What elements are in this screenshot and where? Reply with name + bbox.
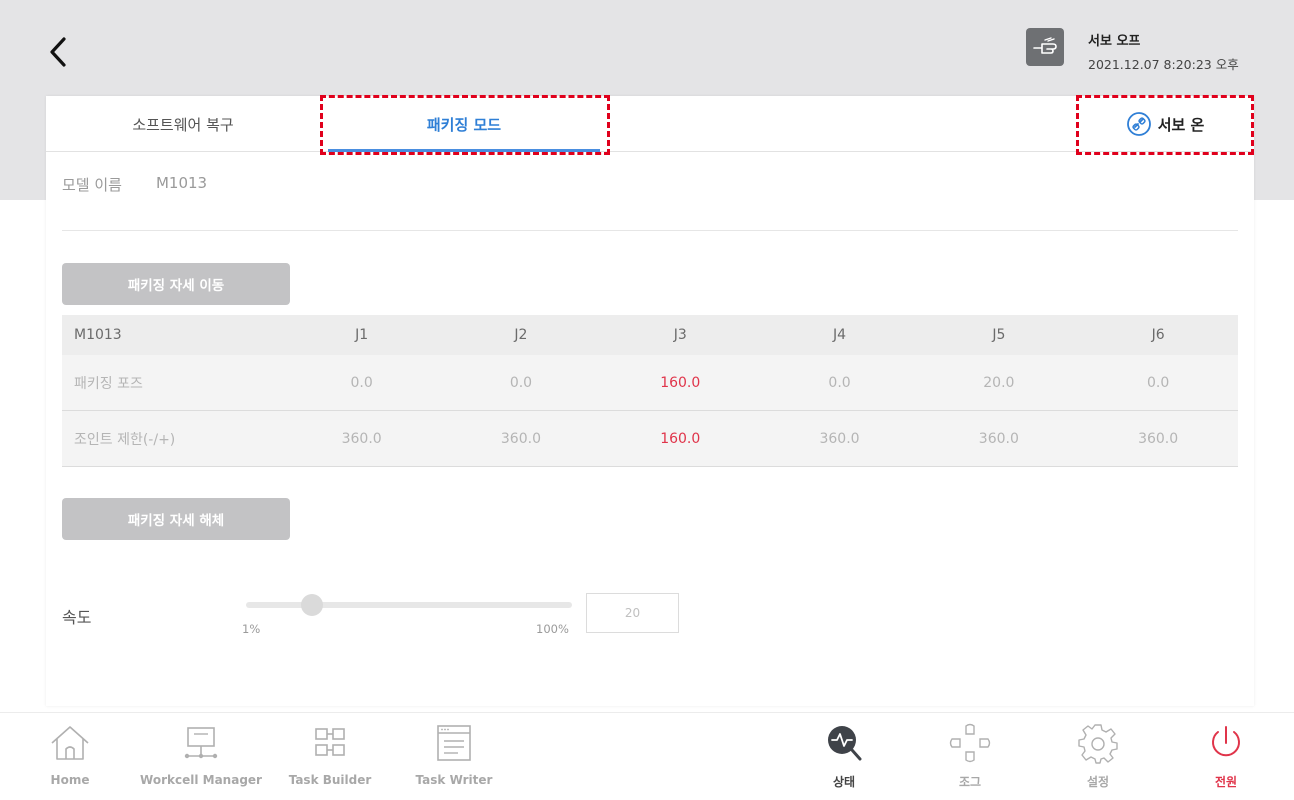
tab-packing-mode[interactable]: 패키징 모드 [320,96,608,152]
table-header-j6: J6 [1151,327,1165,343]
nav-label: 전원 [1214,775,1238,789]
joint-table: M1013 J1 J2 J3 J4 J5 J6 패키징 포즈 0.0 0.0 1… [62,315,1238,467]
table-header-row: M1013 J1 J2 J3 J4 J5 J6 [62,315,1238,355]
bottom-navigation: Home Workcell Manager Task Builder Task … [0,712,1294,800]
nav-label: Task Writer [415,773,493,787]
slider-min-label: 1% [242,622,261,636]
servo-status-title: 서보 오프 [1088,34,1141,49]
task-builder-icon [315,728,345,756]
table-header-j3: J3 [673,327,687,343]
workcell-icon [184,727,218,759]
model-value: M1013 [155,174,208,192]
nav-workcell-manager[interactable]: Workcell Manager [134,713,268,800]
speed-slider-track[interactable] [246,602,572,608]
divider [62,230,1238,231]
hand-icon [1026,28,1064,66]
active-tab-indicator [328,149,600,152]
back-button[interactable] [38,28,78,76]
home-icon [51,726,89,760]
table-header-j5: J5 [992,327,1006,343]
main-panel: 소프트웨어 복구 패키징 모드 서보 온 모델 이름 M1013 패키징 자세 … [46,95,1254,706]
table-cell: 360.0 [978,430,1019,447]
nav-label: 조그 [958,775,982,789]
table-cell-highlighted: 160.0 [660,430,701,447]
nav-settings[interactable]: 설정 [1070,713,1126,800]
tab-packing-mode-label: 패키징 모드 [426,115,502,134]
servo-on-label: 서보 온 [1157,115,1205,134]
table-header-model: M1013 [74,327,122,343]
nav-power[interactable]: 전원 [1198,713,1254,800]
speed-input[interactable] [586,593,679,633]
packing-pose-release-button[interactable]: 패키징 자세 해체 [62,498,290,540]
nav-jog[interactable]: 조그 [942,713,998,800]
slider-max-label: 100% [536,622,569,636]
power-icon [1212,726,1240,757]
row-label: 패키징 포즈 [74,375,143,392]
tab-bar: 소프트웨어 복구 패키징 모드 서보 온 [46,95,1254,155]
table-cell: 360.0 [500,430,541,447]
datetime-display: 2021.12.07 8:20:23 오후 [1088,57,1239,72]
servo-status: 서보 오프 2021.12.07 8:20:23 오후 [1026,28,1239,73]
table-cell: 0.0 [509,374,533,391]
servo-link-icon [1126,112,1151,136]
model-label: 모델 이름 [62,176,122,194]
nav-task-writer[interactable]: Task Writer [412,713,496,800]
table-cell: 20.0 [983,374,1015,391]
nav-task-builder[interactable]: Task Builder [282,713,378,800]
nav-label: 상태 [832,775,856,789]
status-icon [828,726,862,761]
row-label: 조인트 제한(-/+) [74,431,176,448]
nav-status[interactable]: 상태 [816,713,872,800]
speed-slider-handle[interactable] [301,594,323,616]
table-cell: 0.0 [828,374,851,391]
table-row-joint-limit: 조인트 제한(-/+) 360.0 360.0 160.0 360.0 360.… [62,411,1238,467]
table-cell: 0.0 [1147,374,1170,391]
tab-software-recovery[interactable]: 소프트웨어 복구 [46,96,320,152]
packing-pose-move-button[interactable]: 패키징 자세 이동 [62,263,290,305]
table-cell: 360.0 [1138,430,1179,447]
servo-on-button[interactable]: 서보 온 [1080,96,1250,152]
nav-home[interactable]: Home [38,713,102,800]
speed-label: 속도 [62,608,92,627]
nav-label: Home [50,773,90,787]
chevron-left-icon [50,37,66,67]
table-cell: 360.0 [819,430,860,447]
settings-icon [1078,724,1118,764]
table-row-packing-pose: 패키징 포즈 0.0 0.0 160.0 0.0 20.0 0.0 [62,355,1238,411]
nav-label: Workcell Manager [140,773,262,787]
nav-label: 설정 [1086,775,1110,789]
jog-icon [949,723,991,763]
nav-label: Task Builder [288,773,372,787]
table-header-j2: J2 [514,327,528,343]
table-cell: 360.0 [341,430,382,447]
table-cell: 0.0 [350,374,373,391]
table-header-j1: J1 [355,327,369,343]
table-header-j4: J4 [833,327,847,343]
table-cell-highlighted: 160.0 [660,374,701,391]
model-info: 모델 이름 M1013 [62,174,207,195]
task-writer-icon [437,725,471,761]
